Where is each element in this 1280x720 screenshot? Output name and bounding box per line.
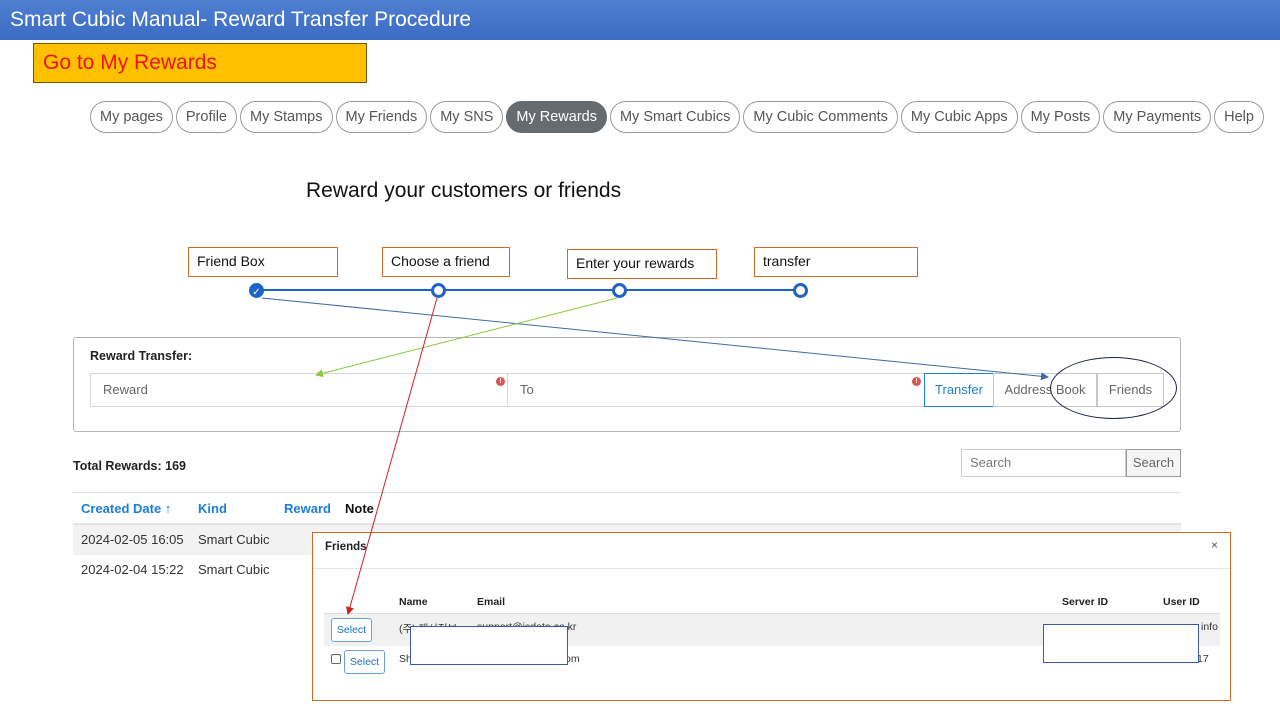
nav-tabs: My pages Profile My Stamps My Friends My… <box>90 101 1264 133</box>
tab-my-sns[interactable]: My SNS <box>430 101 504 133</box>
modal-col-email: Email <box>477 596 506 608</box>
tab-my-friends[interactable]: My Friends <box>335 101 428 133</box>
search-button[interactable]: Search <box>1126 449 1181 477</box>
step-label-enter-rewards: Enter your rewards <box>567 249 717 279</box>
step-label-choose-friend: Choose a friend <box>382 247 510 277</box>
go-to-my-rewards-callout: Go to My Rewards <box>33 43 367 83</box>
redaction-box-email <box>410 626 568 665</box>
col-note: Note <box>345 501 374 516</box>
row-checkbox[interactable] <box>331 654 341 664</box>
tab-profile[interactable]: Profile <box>175 101 237 133</box>
tab-my-cubic-comments[interactable]: My Cubic Comments <box>743 101 898 133</box>
transfer-button[interactable]: Transfer <box>924 373 994 407</box>
table-top-rule <box>73 492 1181 493</box>
reward-input[interactable]: Reward <box>90 373 508 407</box>
step-label-friend-box: Friend Box <box>188 247 338 277</box>
modal-col-server-id: Server ID <box>1062 596 1109 608</box>
row-date: 2024-02-05 16:05 <box>81 532 184 547</box>
step-label-transfer: transfer <box>754 247 918 277</box>
row-date: 2024-02-04 15:22 <box>81 562 184 577</box>
slide-title: Smart Cubic Manual- Reward Transfer Proc… <box>0 0 1280 40</box>
tab-my-pages[interactable]: My pages <box>90 101 173 133</box>
tab-my-stamps[interactable]: My Stamps <box>239 101 333 133</box>
step-1-check-icon: ✓ <box>249 283 264 298</box>
to-error-icon: ! <box>912 377 921 386</box>
tab-my-posts[interactable]: My Posts <box>1020 101 1101 133</box>
close-icon[interactable]: × <box>1211 538 1218 552</box>
to-input[interactable]: To <box>507 373 925 407</box>
step-4-marker <box>793 283 808 298</box>
friend-user-id: info <box>1201 621 1218 633</box>
modal-col-name: Name <box>399 596 428 608</box>
progress-line <box>256 289 801 291</box>
total-rewards: Total Rewards: 169 <box>73 459 187 473</box>
friends-highlight-ellipse <box>1050 357 1177 419</box>
row-kind: Smart Cubic <box>198 562 270 577</box>
redaction-box-ids <box>1043 624 1199 663</box>
select-button[interactable]: Select <box>331 618 372 642</box>
reward-error-icon: ! <box>496 377 505 386</box>
modal-col-user-id: User ID <box>1163 596 1200 608</box>
tab-my-rewards[interactable]: My Rewards <box>506 101 607 133</box>
tab-help[interactable]: Help <box>1214 101 1264 133</box>
modal-header-rule <box>313 568 1230 569</box>
friends-modal-title: Friends <box>325 541 367 553</box>
col-created-date[interactable]: Created Date ↑ <box>81 501 171 516</box>
tab-my-payments[interactable]: My Payments <box>1103 101 1212 133</box>
step-2-marker <box>431 283 446 298</box>
tab-my-smart-cubics[interactable]: My Smart Cubics <box>609 101 741 133</box>
select-button[interactable]: Select <box>344 650 385 674</box>
row-kind: Smart Cubic <box>198 532 270 547</box>
tab-my-cubic-apps[interactable]: My Cubic Apps <box>900 101 1018 133</box>
search-input[interactable]: Search <box>961 449 1126 477</box>
step-3-marker <box>612 283 627 298</box>
col-reward[interactable]: Reward <box>284 501 331 516</box>
page-heading: Reward your customers or friends <box>306 179 622 202</box>
col-kind[interactable]: Kind <box>198 501 227 516</box>
reward-transfer-title: Reward Transfer: <box>90 349 193 363</box>
